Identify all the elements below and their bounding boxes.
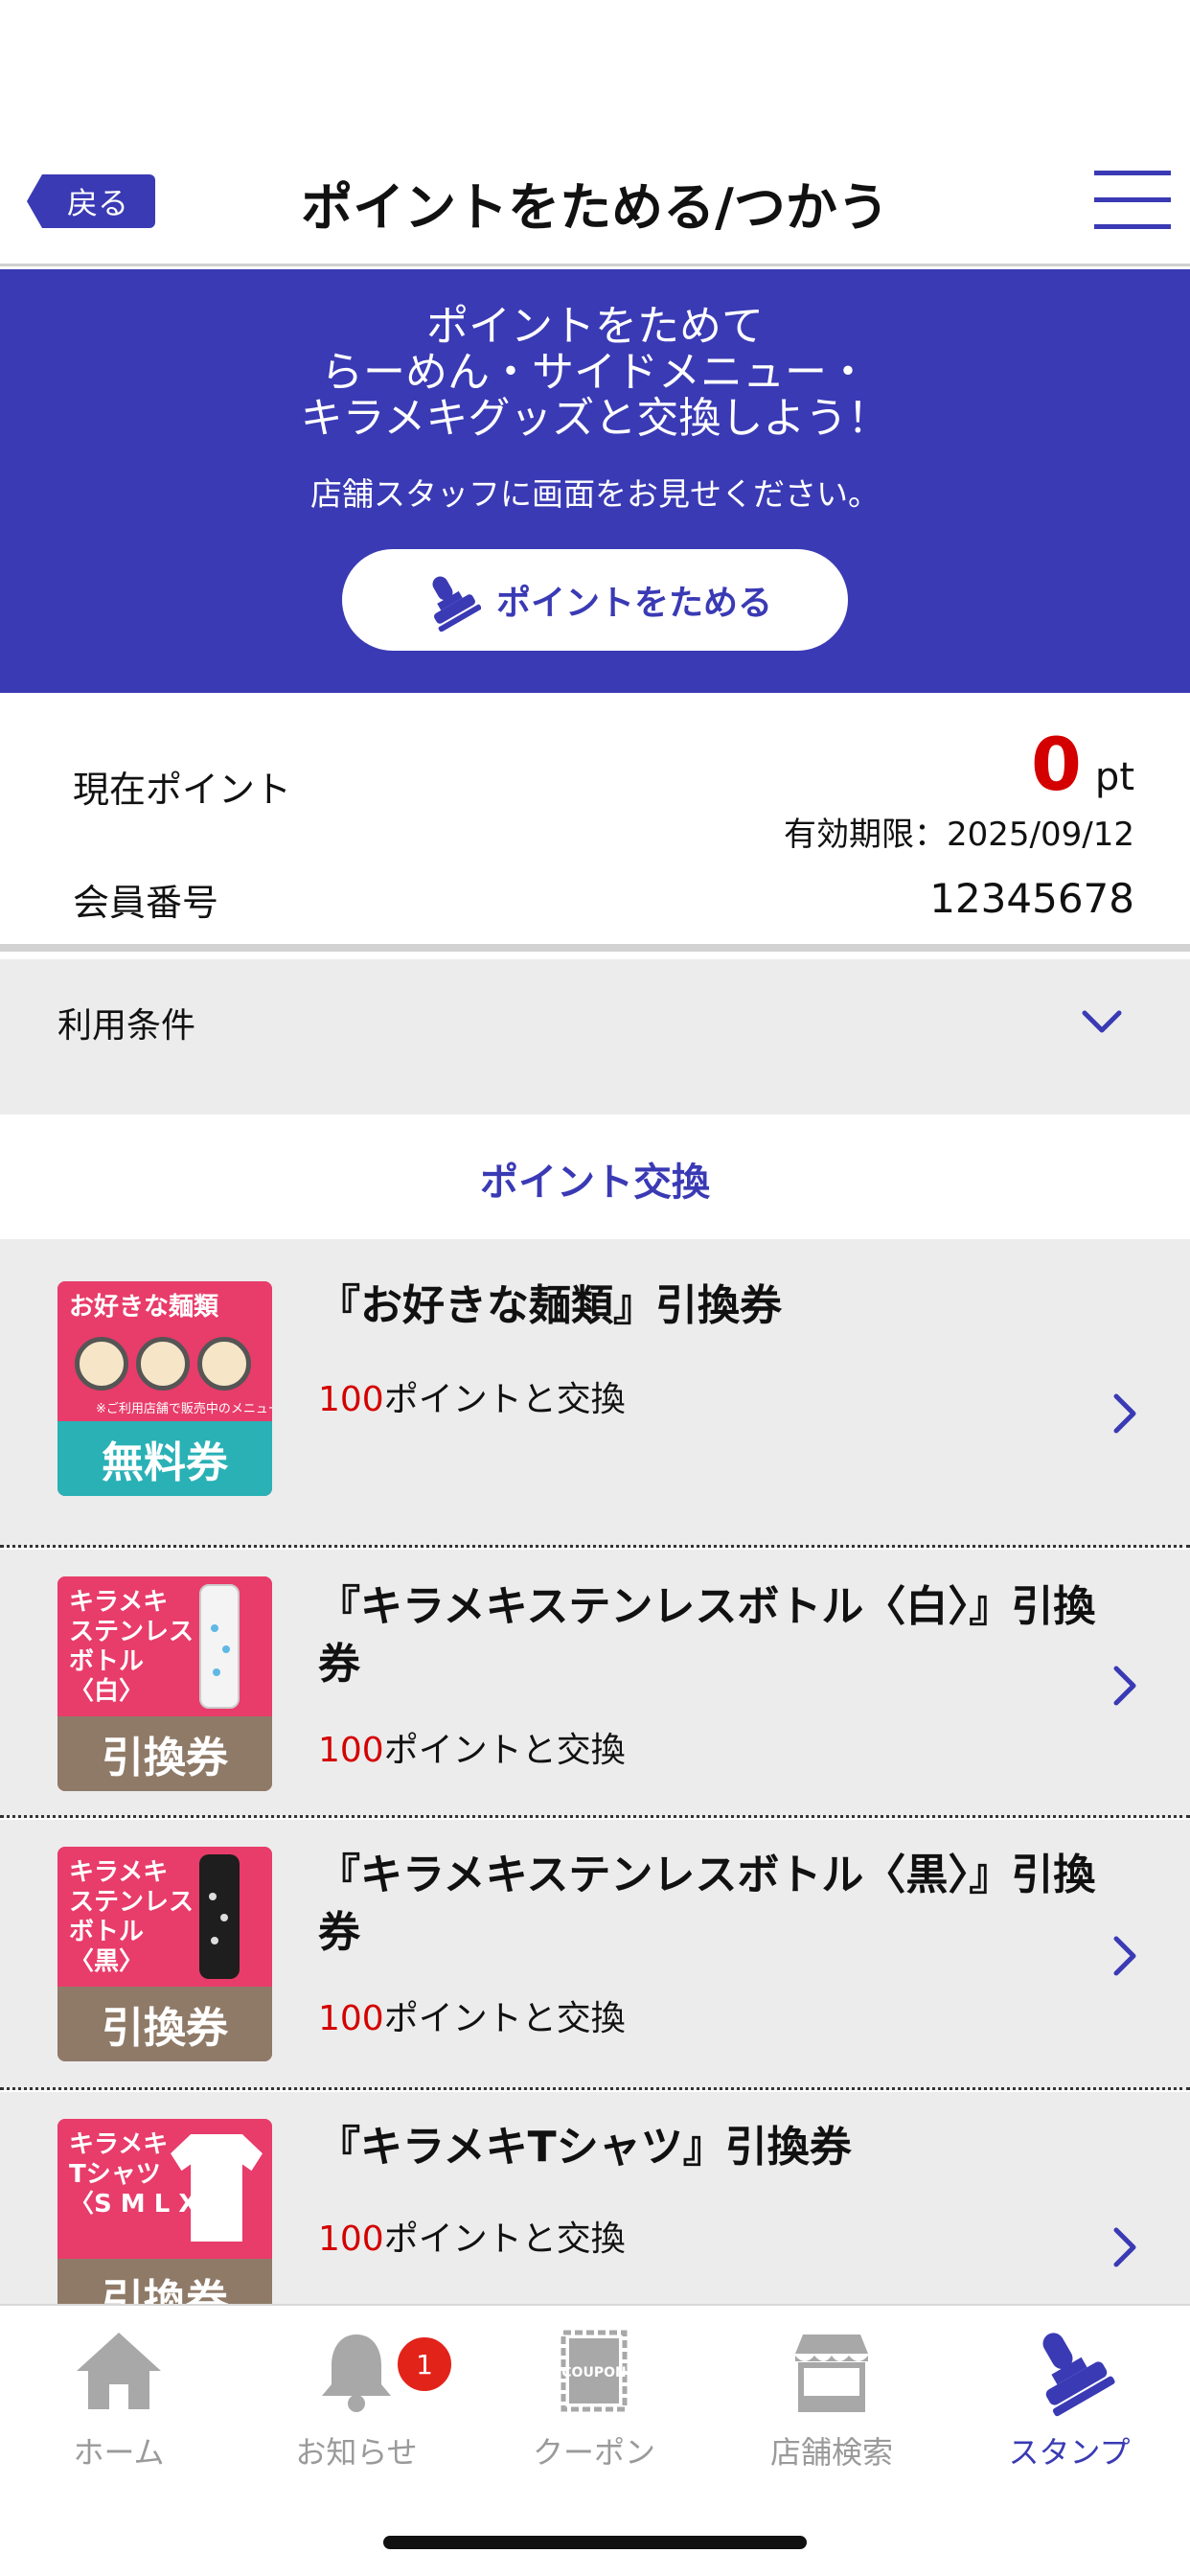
thumb-bottom-text: 引換券 xyxy=(57,1716,272,1791)
collect-points-label: ポイントをためる xyxy=(495,584,772,623)
exchange-section-header: ポイント交換 xyxy=(0,1116,1190,1239)
tab-home[interactable]: ホーム xyxy=(0,2325,238,2472)
terms-label: 利用条件 xyxy=(57,1006,196,1046)
chevron-right-icon xyxy=(1113,1393,1136,1434)
stamp-icon xyxy=(432,576,481,632)
points-panel: 現在ポイント 0 pt 有効期限：2025/09/12 会員番号 1234567… xyxy=(0,701,1190,952)
chevron-right-icon xyxy=(1113,1666,1136,1706)
exchange-item[interactable]: キラメキ Tシャツ 〈S M L XL〉 引換券 『キラメキTシャツ』引換券 1… xyxy=(0,2092,1190,2334)
stamp-icon xyxy=(1042,2333,1115,2417)
banner-message: ポイントをためて らーめん・サイドメニュー・ キラメキグッズと交換しよう！ xyxy=(0,304,1190,442)
thumb-top-text: キラメキ ステンレス ボトル 〈黒〉 xyxy=(69,1858,195,1976)
promo-banner: ポイントをためて らーめん・サイドメニュー・ キラメキグッズと交換しよう！ 店舗… xyxy=(0,269,1190,693)
thumb-bottom-text: 引換券 xyxy=(57,1987,272,2061)
banner-note: 店舗スタッフに画面をお見せください。 xyxy=(310,475,880,513)
item-points-value: 100 xyxy=(318,1999,384,2038)
item-title: 『キラメキTシャツ』引換券 xyxy=(318,2123,852,2172)
home-indicator xyxy=(383,2536,807,2549)
hamburger-icon[interactable] xyxy=(1094,169,1171,232)
points-unit: pt xyxy=(1094,755,1134,799)
item-points-value: 100 xyxy=(318,2220,384,2259)
item-title: 『お好きな麺類』引換券 xyxy=(318,1281,782,1330)
tab-stamp[interactable]: スタンプ xyxy=(950,2325,1188,2472)
banner-line-2: らーめん・サイドメニュー・ xyxy=(321,348,869,397)
home-icon xyxy=(77,2333,161,2409)
exchange-item[interactable]: キラメキ ステンレス ボトル 〈白〉 引換券 『キラメキステンレスボトル〈白〉』… xyxy=(0,1550,1190,1818)
notification-badge: 1 xyxy=(395,2334,454,2394)
exchange-heading: ポイント交換 xyxy=(480,1161,710,1205)
item-points-suffix: ポイントと交換 xyxy=(383,1731,626,1770)
terms-accordion[interactable]: 利用条件 xyxy=(0,959,1190,1115)
item-points: 100ポイントと交換 xyxy=(318,1722,626,1772)
item-points-suffix: ポイントと交換 xyxy=(383,1999,626,2038)
bell-icon xyxy=(322,2334,391,2412)
points-value: 0 xyxy=(1031,722,1082,807)
tab-store-search[interactable]: 店舗検索 xyxy=(713,2325,950,2472)
thumb-top-text: キラメキ ステンレス ボトル 〈白〉 xyxy=(69,1588,195,1706)
collect-points-button[interactable]: ポイントをためる xyxy=(342,549,848,651)
thumb-small-text: ※ご利用店舗で販売中のメニュー xyxy=(96,1402,272,1416)
coupon-icon: COUPON xyxy=(561,2330,628,2412)
points-expiry: 有効期限：2025/09/12 xyxy=(784,816,1134,854)
nav-header: 戻る ポイントをためる/つかう xyxy=(0,0,1190,266)
item-points: 100ポイントと交換 xyxy=(318,1990,626,2040)
member-number-label: 会員番号 xyxy=(73,882,219,924)
item-title: 『キラメキステンレスボトル〈白〉』引換券 xyxy=(318,1582,1096,1689)
tshirt-ticket-image: キラメキ Tシャツ 〈S M L XL〉 引換券 xyxy=(57,2119,272,2334)
store-icon xyxy=(795,2334,868,2412)
item-points-value: 100 xyxy=(318,1731,384,1770)
exchange-item[interactable]: お好きな麺類 ※ご利用店舗で販売中のメニュー 無料券 『お好きな麺類』引換券 1… xyxy=(0,1239,1190,1548)
coupon-icon-text: COUPON xyxy=(561,2365,626,2380)
exchange-item[interactable]: キラメキ ステンレス ボトル 〈黒〉 引換券 『キラメキステンレスボトル〈黒〉』… xyxy=(0,1820,1190,2090)
tab-stamp-label: スタンプ xyxy=(1008,2434,1131,2471)
thumb-top-text: お好きな麺類 xyxy=(69,1293,219,1322)
tab-home-label: ホーム xyxy=(73,2434,165,2471)
page-title: ポイントをためる/つかう xyxy=(301,177,889,238)
member-number: 12345678 xyxy=(929,875,1134,922)
white-bottle-ticket-image: キラメキ ステンレス ボトル 〈白〉 引換券 xyxy=(57,1576,272,1791)
current-points-label: 現在ポイント xyxy=(73,769,292,811)
chevron-down-icon xyxy=(1082,1010,1122,1033)
tab-news-label: お知らせ xyxy=(295,2434,418,2471)
item-points-suffix: ポイントと交換 xyxy=(383,1380,626,1419)
black-bottle-ticket-image: キラメキ ステンレス ボトル 〈黒〉 引換券 xyxy=(57,1847,272,2061)
tab-store-search-label: 店舗検索 xyxy=(769,2434,893,2471)
tab-coupon[interactable]: COUPON クーポン xyxy=(475,2325,713,2472)
item-title: 『キラメキステンレスボトル〈黒〉』引換券 xyxy=(318,1851,1096,1957)
chevron-right-icon xyxy=(1113,1936,1136,1976)
chevron-right-icon xyxy=(1113,2227,1136,2267)
item-points-suffix: ポイントと交換 xyxy=(383,2220,626,2259)
item-points: 100ポイントと交換 xyxy=(318,2211,626,2261)
points-balance: 0 pt xyxy=(1031,722,1134,807)
item-points-value: 100 xyxy=(318,1380,384,1419)
noodle-ticket-image: お好きな麺類 ※ご利用店舗で販売中のメニュー 無料券 xyxy=(57,1281,272,1496)
thumb-bottom-text: 無料券 xyxy=(57,1421,272,1496)
banner-line-1: ポイントをためて xyxy=(426,302,764,351)
tab-coupon-label: クーポン xyxy=(532,2434,655,2471)
banner-line-3: キラメキグッズと交換しよう！ xyxy=(300,394,890,443)
item-points: 100ポイントと交換 xyxy=(318,1371,626,1421)
